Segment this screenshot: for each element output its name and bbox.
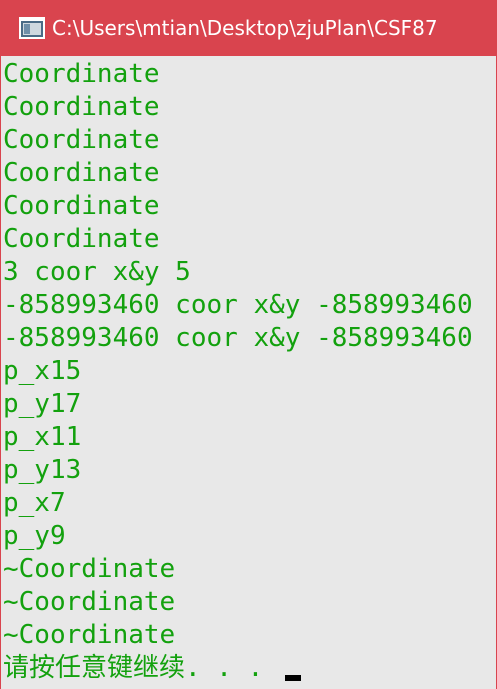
console-line: -858993460 coor x&y -858993460 bbox=[3, 290, 473, 320]
pause-prompt: 请按任意键继续. . . bbox=[3, 653, 264, 683]
console-line: Coordinate bbox=[3, 125, 160, 155]
console-app-icon bbox=[19, 17, 45, 39]
console-line: Coordinate bbox=[3, 158, 160, 188]
console-line: p_x7 bbox=[3, 488, 66, 518]
console-line: -858993460 coor x&y -858993460 bbox=[3, 323, 473, 353]
console-line: Coordinate bbox=[3, 92, 160, 122]
console-line: Coordinate bbox=[3, 191, 160, 221]
console-line: Coordinate bbox=[3, 59, 160, 89]
console-line: p_y17 bbox=[3, 389, 82, 419]
console-line: ~Coordinate bbox=[3, 620, 176, 650]
console-window: C:\Users\mtian\Desktop\zjuPlan\CSF87 Coo… bbox=[0, 0, 497, 689]
console-output[interactable]: Coordinate Coordinate Coordinate Coordin… bbox=[3, 58, 496, 689]
console-line: ~Coordinate bbox=[3, 554, 176, 584]
console-line: p_x15 bbox=[3, 356, 82, 386]
console-line: Coordinate bbox=[3, 224, 160, 254]
console-line: p_y13 bbox=[3, 455, 82, 485]
title-bar[interactable]: C:\Users\mtian\Desktop\zjuPlan\CSF87 bbox=[1, 0, 496, 56]
console-line: 3 coor x&y 5 bbox=[3, 257, 191, 287]
console-line: p_x11 bbox=[3, 422, 82, 452]
console-line: p_y9 bbox=[3, 521, 66, 551]
console-line: ~Coordinate bbox=[3, 587, 176, 617]
window-title: C:\Users\mtian\Desktop\zjuPlan\CSF87 bbox=[52, 16, 438, 40]
text-cursor bbox=[285, 675, 302, 681]
console-prompt-line: 请按任意键继续. . . bbox=[3, 652, 496, 685]
